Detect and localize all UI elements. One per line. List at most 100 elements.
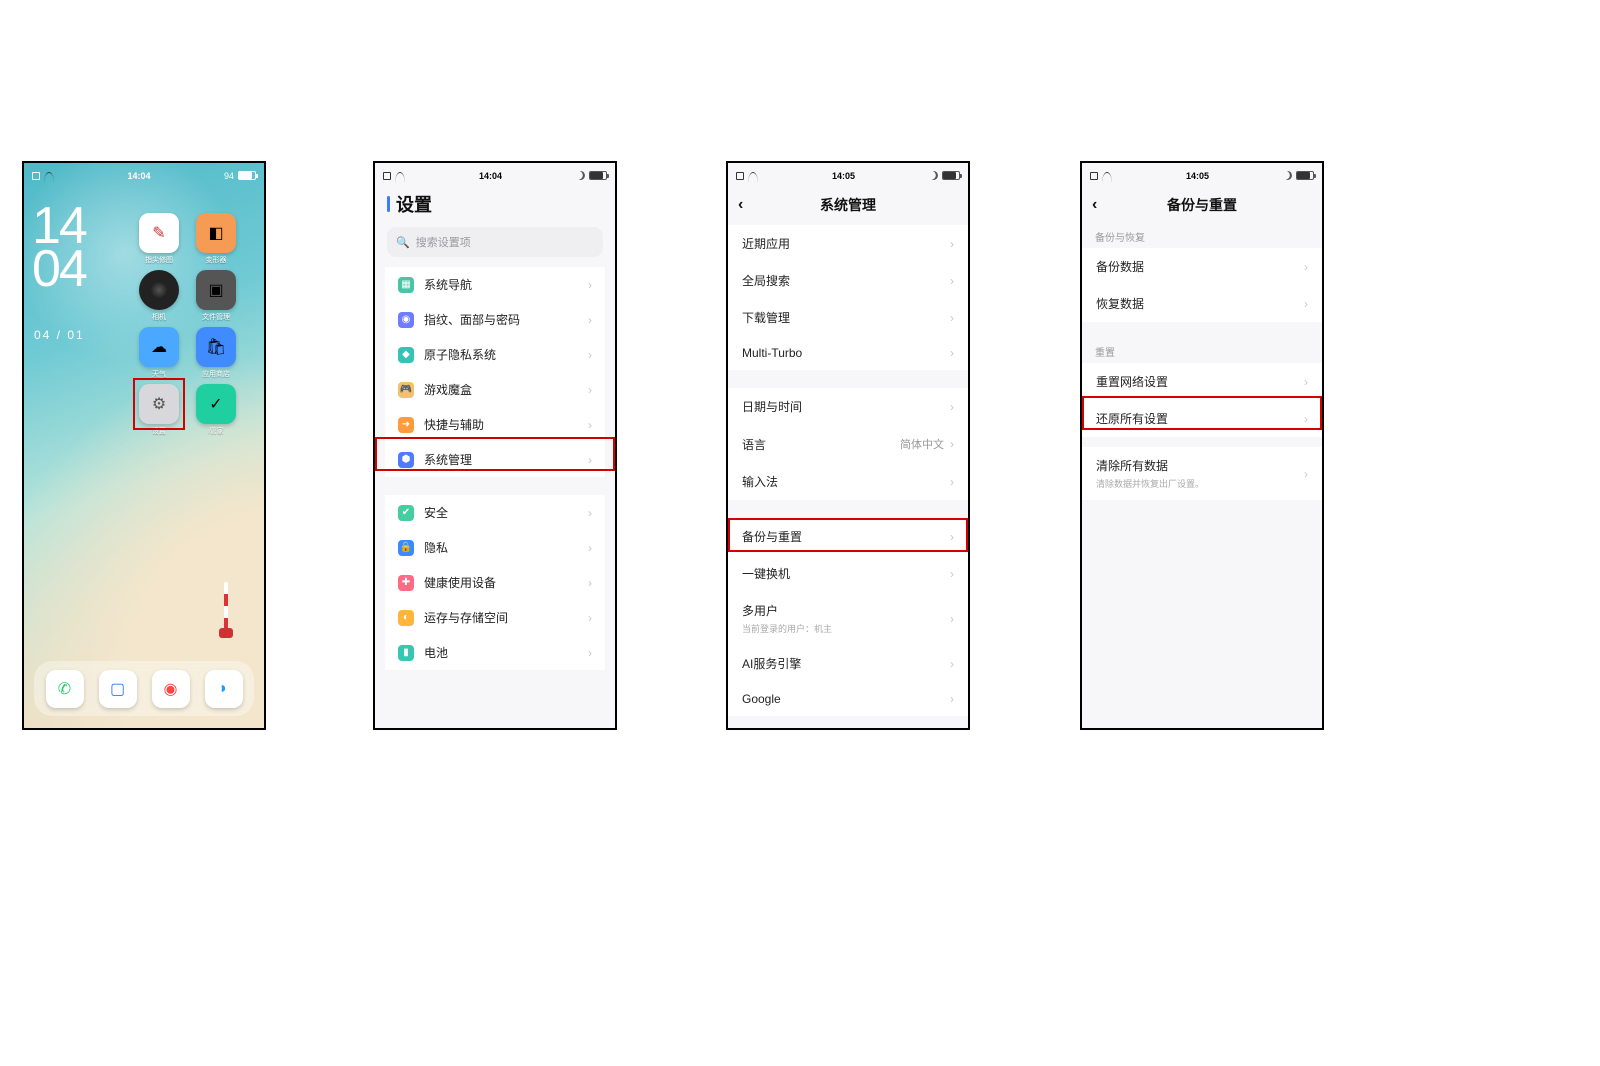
settings-item-shortcuts[interactable]: ➜快捷与辅助›: [385, 407, 605, 442]
chevron-right-icon: ›: [588, 418, 592, 432]
page-title: 设置: [375, 185, 615, 227]
fingerprint-icon: ◉: [398, 312, 414, 328]
wifi-icon: [395, 172, 405, 180]
dock-messages[interactable]: ▢: [99, 670, 137, 708]
status-time: 14:04: [479, 171, 502, 181]
settings-item-biometrics[interactable]: ◉指纹、面部与密码›: [385, 302, 605, 337]
sys-item-global-search[interactable]: 全局搜索›: [728, 262, 968, 299]
app-editor[interactable]: ✎指尖修图: [139, 213, 179, 265]
settings-item-battery[interactable]: ▮电池›: [385, 635, 605, 670]
settings-item-system[interactable]: ⬢系统管理›: [385, 442, 605, 477]
dock-browser[interactable]: ◗: [205, 670, 243, 708]
chevron-right-icon: ›: [950, 274, 954, 288]
settings-item-nav[interactable]: ▦系统导航›: [385, 267, 605, 302]
sys-group-3: 备份与重置› 一键换机› 多用户当前登录的用户：机主› AI服务引擎› Goog…: [728, 518, 968, 716]
status-bar: 14:05: [728, 163, 968, 185]
status-left-icon: [1090, 172, 1098, 180]
app-store[interactable]: 🛍应用商店: [196, 327, 236, 379]
item-erase-all[interactable]: 清除所有数据清除数据并恢复出厂设置。 ›: [1082, 447, 1322, 500]
bolt-icon: ➜: [398, 417, 414, 433]
sys-item-ime[interactable]: 输入法›: [728, 463, 968, 500]
sys-item-google[interactable]: Google›: [728, 682, 968, 716]
settings-group-2: ✔安全› 🔒隐私› ✚健康使用设备› ◐运存与存储空间› ▮电池›: [385, 495, 605, 670]
status-battery-num: 94: [224, 171, 234, 181]
lock-icon: 🔒: [398, 540, 414, 556]
dock-phone[interactable]: ✆: [46, 670, 84, 708]
item-backup-data[interactable]: 备份数据›: [1082, 248, 1322, 285]
app-camera[interactable]: 相机: [139, 270, 179, 322]
sys-item-download[interactable]: 下载管理›: [728, 299, 968, 336]
battery-icon: [589, 171, 607, 180]
status-left-icon: [383, 172, 391, 180]
dnd-icon: [1282, 170, 1294, 182]
item-restore-data[interactable]: 恢复数据›: [1082, 285, 1322, 322]
back-button[interactable]: ‹: [1092, 196, 1097, 214]
chevron-right-icon: ›: [588, 453, 592, 467]
page-title: 系统管理: [820, 195, 876, 215]
wifi-icon: [748, 172, 758, 180]
phone-backup-reset: 14:05 ‹ 备份与重置 备份与恢复 备份数据› 恢复数据› 重置 重置网络设…: [1080, 161, 1324, 730]
erase-group: 清除所有数据清除数据并恢复出厂设置。 ›: [1082, 447, 1322, 500]
chevron-right-icon: ›: [588, 506, 592, 520]
sys-item-backup-reset[interactable]: 备份与重置›: [728, 518, 968, 555]
chevron-right-icon: ›: [1304, 375, 1308, 389]
dnd-icon: [575, 170, 587, 182]
chevron-right-icon: ›: [588, 576, 592, 590]
sys-item-exchange[interactable]: 一键换机›: [728, 555, 968, 592]
status-bar: 14:04 94: [24, 163, 264, 185]
item-reset-all-settings[interactable]: 还原所有设置›: [1082, 400, 1322, 437]
chevron-right-icon: ›: [588, 646, 592, 660]
shield-icon: ◆: [398, 347, 414, 363]
status-left-icon: [32, 172, 40, 180]
chevron-right-icon: ›: [950, 567, 954, 581]
chevron-right-icon: ›: [950, 237, 954, 251]
status-time: 14:05: [832, 171, 855, 181]
chevron-right-icon: ›: [1304, 260, 1308, 274]
dnd-icon: [928, 170, 940, 182]
sys-group-1: 近期应用› 全局搜索› 下载管理› Multi-Turbo›: [728, 225, 968, 370]
highlight-settings-app: [133, 378, 185, 430]
app-files[interactable]: ▣文件管理: [196, 270, 236, 322]
settings-item-storage[interactable]: ◐运存与存储空间›: [385, 600, 605, 635]
multiuser-sub: 当前登录的用户：机主: [742, 622, 832, 635]
chevron-right-icon: ›: [1304, 412, 1308, 426]
section-reset: 重置: [1082, 340, 1322, 363]
battery-icon: [942, 171, 960, 180]
back-button[interactable]: ‹: [738, 196, 743, 214]
app-weather[interactable]: ☁天气: [139, 327, 179, 379]
nav-icon: ▦: [398, 277, 414, 293]
status-bar: 14:04: [375, 163, 615, 185]
settings-item-privacy[interactable]: 🔒隐私›: [385, 530, 605, 565]
chevron-right-icon: ›: [950, 475, 954, 489]
app-imanager[interactable]: ✓i管家: [196, 384, 236, 436]
chevron-right-icon: ›: [588, 541, 592, 555]
chevron-right-icon: ›: [950, 692, 954, 706]
page-header: ‹ 备份与重置: [1082, 185, 1322, 225]
status-left-icon: [736, 172, 744, 180]
dock-music[interactable]: ◉: [152, 670, 190, 708]
page-title: 备份与重置: [1167, 195, 1237, 215]
chevron-right-icon: ›: [588, 383, 592, 397]
search-icon: 🔍: [396, 236, 410, 249]
status-time: 14:05: [1186, 171, 1209, 181]
settings-item-health[interactable]: ✚健康使用设备›: [385, 565, 605, 600]
chevron-right-icon: ›: [950, 657, 954, 671]
sys-item-language[interactable]: 语言简体中文›: [728, 425, 968, 463]
phone-home: 14:04 94 14 04 04 / 01 ✎指尖修图 ◧变形器 相机 ▣文件…: [22, 161, 266, 730]
settings-item-gamebox[interactable]: 🎮游戏魔盒›: [385, 372, 605, 407]
settings-item-security[interactable]: ✔安全›: [385, 495, 605, 530]
chevron-right-icon: ›: [950, 311, 954, 325]
section-backup-restore: 备份与恢复: [1082, 225, 1322, 248]
sys-item-ai[interactable]: AI服务引擎›: [728, 645, 968, 682]
search-placeholder: 搜索设置项: [416, 234, 471, 250]
app-cube[interactable]: ◧变形器: [196, 213, 236, 265]
sys-item-multiuser[interactable]: 多用户当前登录的用户：机主›: [728, 592, 968, 645]
sys-item-datetime[interactable]: 日期与时间›: [728, 388, 968, 425]
search-input[interactable]: 🔍 搜索设置项: [387, 227, 603, 257]
page-header: ‹ 系统管理: [728, 185, 968, 225]
chevron-right-icon: ›: [950, 612, 954, 626]
item-reset-network[interactable]: 重置网络设置›: [1082, 363, 1322, 400]
settings-item-atom-privacy[interactable]: ◆原子隐私系统›: [385, 337, 605, 372]
sys-item-recent-apps[interactable]: 近期应用›: [728, 225, 968, 262]
sys-item-multiturbo[interactable]: Multi-Turbo›: [728, 336, 968, 370]
